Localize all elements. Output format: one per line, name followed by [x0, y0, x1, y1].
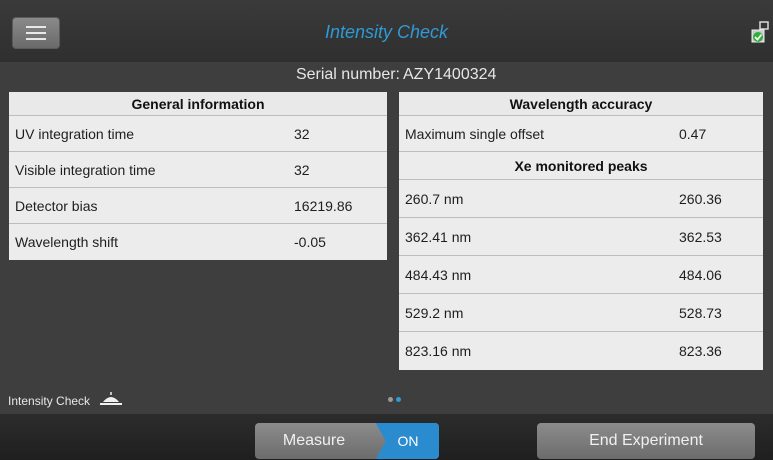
table-row: 823.16 nm 823.36: [399, 332, 763, 370]
measure-toggle-button[interactable]: Measure ON: [255, 423, 439, 459]
row-label: UV integration time: [15, 126, 135, 142]
serial-number-row: Serial number: AZY1400324: [0, 62, 773, 88]
table-row: UV integration time 32: [9, 116, 387, 152]
table-row: Detector bias 16219.86: [9, 188, 387, 224]
row-value: -0.05: [294, 234, 326, 250]
row-label: Detector bias: [15, 198, 98, 214]
row-label: 260.7 nm: [405, 191, 464, 207]
row-label: Maximum single offset: [405, 126, 545, 142]
row-value: 32: [294, 162, 310, 178]
row-value: 0.47: [679, 126, 707, 142]
table-row: Maximum single offset 0.47: [399, 116, 763, 152]
xe-peaks-header: Xe monitored peaks: [399, 152, 763, 180]
page-indicator[interactable]: [388, 397, 401, 402]
row-label: Wavelength shift: [15, 234, 118, 250]
row-value: 32: [294, 126, 310, 142]
table-row: Visible integration time 32: [9, 152, 387, 188]
wavelength-accuracy-table: Wavelength accuracy Maximum single offse…: [399, 92, 763, 370]
wavelength-accuracy-header: Wavelength accuracy: [399, 92, 763, 116]
row-label: 529.2 nm: [405, 305, 464, 321]
row-value: 528.73: [679, 305, 722, 321]
page-title: Intensity Check: [324, 22, 449, 42]
mode-label: Intensity Check: [8, 394, 91, 408]
row-value: 260.36: [679, 191, 722, 207]
row-value: 484.06: [679, 267, 722, 283]
page-dot-1[interactable]: [388, 397, 393, 402]
general-information-table: General information UV integration time …: [9, 92, 387, 260]
row-label: 823.16 nm: [405, 343, 472, 359]
row-value: 16219.86: [294, 198, 353, 214]
row-label: Visible integration time: [15, 162, 156, 178]
lamp-icon: [100, 392, 122, 405]
row-label: 362.41 nm: [405, 229, 472, 245]
general-information-header: General information: [9, 92, 387, 116]
row-value: 823.36: [679, 343, 722, 359]
end-experiment-button[interactable]: End Experiment: [537, 423, 755, 459]
serial-number-label: Serial number:: [295, 66, 400, 83]
serial-number-value: AZY1400324: [403, 66, 497, 83]
bottom-action-bar: Measure ON End Experiment: [0, 414, 773, 460]
table-row: 362.41 nm 362.53: [399, 218, 763, 256]
row-value: 362.53: [679, 229, 722, 245]
page-dot-2[interactable]: [396, 397, 401, 402]
table-row: 484.43 nm 484.06: [399, 256, 763, 294]
table-row: Wavelength shift -0.05: [9, 224, 387, 260]
table-row: 260.7 nm 260.36: [399, 180, 763, 218]
app-header: Intensity Check: [0, 0, 773, 62]
row-label: 484.43 nm: [405, 267, 472, 283]
table-row: 529.2 nm 528.73: [399, 294, 763, 332]
measure-state-on: ON: [375, 423, 439, 459]
measure-label: Measure: [282, 432, 346, 449]
instrument-check-icon[interactable]: [748, 20, 770, 46]
